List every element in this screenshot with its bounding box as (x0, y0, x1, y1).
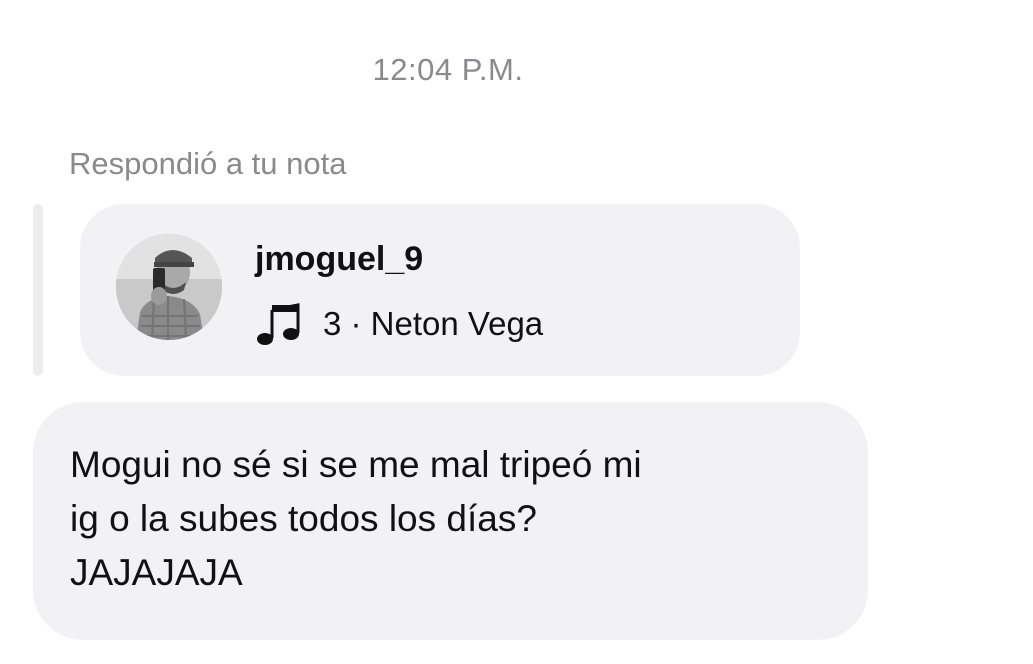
note-song-label: 3 · Neton Vega (323, 305, 544, 342)
reply-context-label: Respondió a tu nota (69, 146, 347, 181)
musical-note-icon (255, 302, 303, 346)
message-timestamp: 12:04 P.M. (372, 52, 524, 87)
replied-note-card[interactable]: jmoguel_9 3 · Neton Vega (80, 204, 800, 376)
message-text: Mogui no sé si se me mal tripeó mi ig o … (70, 444, 642, 593)
note-username[interactable]: jmoguel_9 (255, 240, 423, 279)
message-bubble[interactable]: Mogui no sé si se me mal tripeó mi ig o … (33, 402, 868, 640)
reply-indicator-bar (33, 204, 43, 376)
chat-thread: 12:04 P.M. Respondió a tu nota jmoguel_9 (0, 0, 1033, 664)
profile-photo-icon (116, 234, 222, 340)
note-music-row: 3 · Neton Vega (255, 302, 543, 346)
avatar[interactable] (116, 234, 222, 340)
